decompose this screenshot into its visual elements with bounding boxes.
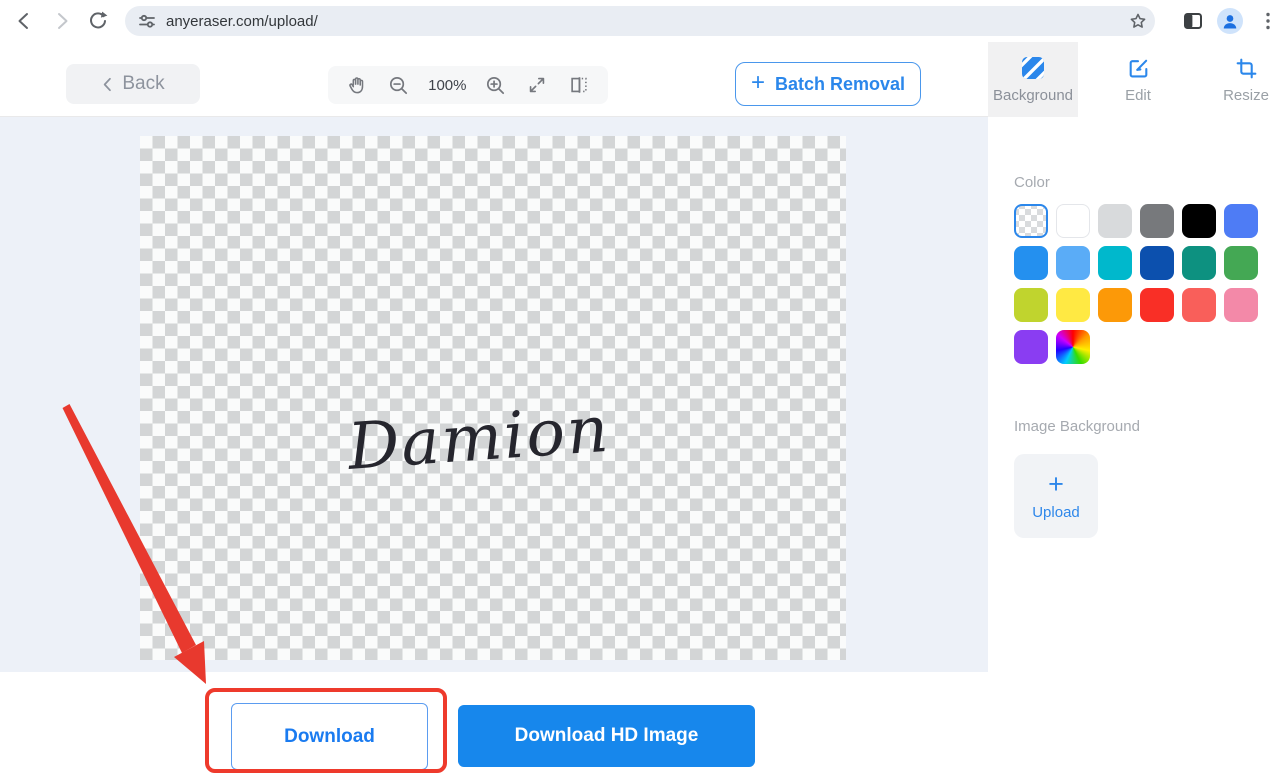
tab-edit[interactable]: Edit [1093,42,1183,117]
transparent-image-preview[interactable]: Damion [140,136,846,660]
color-section-title: Color [1014,174,1280,191]
back-button[interactable]: Back [66,64,200,104]
url-text[interactable]: anyeraser.com/upload/ [166,13,318,30]
plus-icon: + [751,71,765,95]
color-swatch-blue[interactable] [1014,246,1048,280]
pan-hand-icon[interactable] [345,73,369,97]
background-panel: Color Image Background + Upload [988,117,1280,776]
editor-canvas[interactable]: Damion [0,117,988,672]
chevron-left-icon [101,76,114,93]
download-button[interactable]: Download [231,703,428,770]
color-swatch-transparent[interactable] [1014,204,1048,238]
browser-menu-icon[interactable] [1256,9,1280,33]
browser-profile-avatar[interactable] [1217,8,1243,34]
background-pattern-icon [1020,55,1046,81]
tab-edit-label: Edit [1125,87,1151,104]
color-swatch-salmon[interactable] [1182,288,1216,322]
batch-removal-label: Batch Removal [775,74,905,95]
side-panel-icon[interactable] [1181,9,1205,33]
color-swatch-yellow-green[interactable] [1014,288,1048,322]
fit-screen-icon[interactable] [525,73,549,97]
color-swatch-black[interactable] [1182,204,1216,238]
zoom-out-icon[interactable] [387,73,411,97]
color-swatch-red[interactable] [1140,288,1174,322]
browser-chrome: anyeraser.com/upload/ [0,0,1280,42]
tab-resize-label: Resize [1223,87,1269,104]
color-swatch-green[interactable] [1224,246,1258,280]
browser-forward-icon[interactable] [50,9,74,33]
color-swatch-pink[interactable] [1224,288,1258,322]
upload-background-button[interactable]: + Upload [1014,454,1098,538]
compare-before-after-icon[interactable] [567,73,591,97]
zoom-in-icon[interactable] [484,73,508,97]
bookmark-star-icon[interactable] [1127,10,1149,32]
download-hd-image-button[interactable]: Download HD Image [458,705,755,767]
color-swatch-yellow[interactable] [1056,288,1090,322]
image-background-section-title: Image Background [1014,418,1280,435]
signature-text: Damion [345,393,613,485]
color-swatch-purple[interactable] [1014,330,1048,364]
color-swatch-rainbow[interactable] [1056,330,1090,364]
address-bar[interactable]: anyeraser.com/upload/ [125,6,1155,36]
editor-header-left: Back 100% [0,42,988,117]
color-swatch-light-blue[interactable] [1056,246,1090,280]
browser-back-icon[interactable] [12,9,36,33]
color-swatch-white[interactable] [1056,204,1090,238]
batch-removal-button[interactable]: + Batch Removal [735,62,921,106]
tab-resize[interactable]: Resize [1204,42,1280,117]
site-settings-icon[interactable] [138,12,156,30]
color-swatch-royal-blue[interactable] [1224,204,1258,238]
upload-label: Upload [1032,504,1080,521]
color-swatch-grid [1014,204,1260,364]
crop-resize-icon [1234,56,1259,81]
editor-header: Back 100% [0,42,1280,117]
color-swatch-light-gray[interactable] [1098,204,1132,238]
zoom-level-value: 100% [428,77,466,94]
color-swatch-cyan[interactable] [1098,246,1132,280]
back-button-label: Back [122,73,164,95]
color-swatch-dark-blue[interactable] [1140,246,1174,280]
color-swatch-orange[interactable] [1098,288,1132,322]
canvas-tool-group: 100% [328,66,608,104]
edit-pencil-icon [1126,56,1151,81]
signature-image: Damion [336,371,644,512]
tab-background[interactable]: Background [988,42,1078,117]
sidebar-tabs: Background Edit Resize [988,42,1280,117]
color-swatch-gray[interactable] [1140,204,1174,238]
plus-icon: + [1048,471,1064,498]
tab-background-label: Background [993,87,1073,104]
browser-reload-icon[interactable] [86,9,110,33]
color-swatch-teal[interactable] [1182,246,1216,280]
